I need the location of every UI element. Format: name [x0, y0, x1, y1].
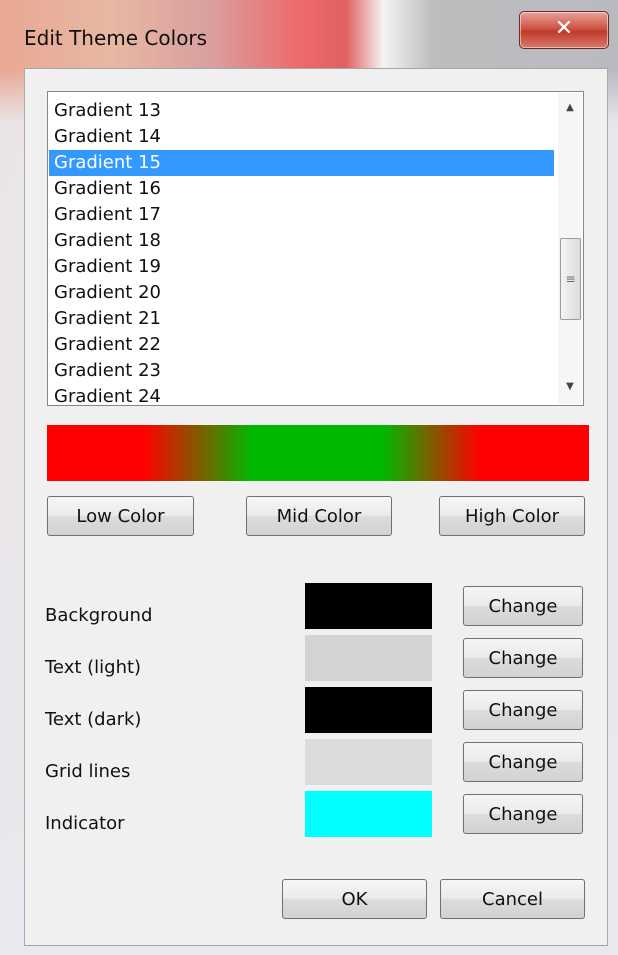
text-light-label: Text (light): [45, 657, 142, 678]
grid-lines-label: Grid lines: [45, 761, 131, 782]
list-item[interactable]: Gradient 17: [49, 202, 554, 228]
change-indicator-button[interactable]: Change: [463, 794, 583, 834]
text-dark-swatch: [305, 687, 432, 733]
low-color-button[interactable]: Low Color: [47, 496, 194, 536]
grip-icon: ≡: [565, 272, 576, 286]
scroll-up-arrow-icon[interactable]: ▲: [558, 97, 582, 119]
text-dark-label: Text (dark): [45, 709, 142, 730]
indicator-label: Indicator: [45, 813, 125, 834]
list-item[interactable]: Gradient 23: [49, 358, 554, 384]
list-item[interactable]: Gradient 20: [49, 280, 554, 306]
gradient-listbox[interactable]: Gradient 13 Gradient 14 Gradient 15 Grad…: [47, 91, 584, 407]
background-label: Background: [45, 605, 153, 626]
high-color-button[interactable]: High Color: [439, 496, 585, 536]
change-text-dark-button[interactable]: Change: [463, 690, 583, 730]
gradient-preview: [47, 425, 589, 481]
grid-lines-swatch: [305, 739, 432, 785]
list-item[interactable]: Gradient 16: [49, 176, 554, 202]
list-scrollbar[interactable]: ▲ ≡ ▼: [558, 93, 582, 404]
mid-color-button[interactable]: Mid Color: [246, 496, 392, 536]
list-item[interactable]: Gradient 24: [49, 384, 554, 410]
close-icon: ✕: [554, 16, 574, 41]
change-text-light-button[interactable]: Change: [463, 638, 583, 678]
cancel-button[interactable]: Cancel: [440, 879, 585, 919]
scroll-thumb[interactable]: ≡: [560, 238, 581, 320]
list-item[interactable]: Gradient 13: [49, 98, 554, 124]
scroll-down-arrow-icon[interactable]: ▼: [558, 376, 582, 398]
dialog-body: Gradient 13 Gradient 14 Gradient 15 Grad…: [24, 68, 608, 946]
close-button[interactable]: ✕: [519, 11, 609, 49]
list-item[interactable]: Gradient 18: [49, 228, 554, 254]
change-background-button[interactable]: Change: [463, 586, 583, 626]
text-light-swatch: [305, 635, 432, 681]
ok-button[interactable]: OK: [282, 879, 427, 919]
window-title: Edit Theme Colors: [24, 26, 208, 50]
indicator-swatch: [305, 791, 432, 837]
list-item[interactable]: Gradient 21: [49, 306, 554, 332]
background-swatch: [305, 583, 432, 629]
list-item-selected[interactable]: Gradient 15: [49, 150, 554, 176]
gradient-list: Gradient 13 Gradient 14 Gradient 15 Grad…: [49, 98, 554, 410]
change-grid-lines-button[interactable]: Change: [463, 742, 583, 782]
list-item[interactable]: Gradient 22: [49, 332, 554, 358]
list-item[interactable]: Gradient 19: [49, 254, 554, 280]
list-item[interactable]: Gradient 14: [49, 124, 554, 150]
